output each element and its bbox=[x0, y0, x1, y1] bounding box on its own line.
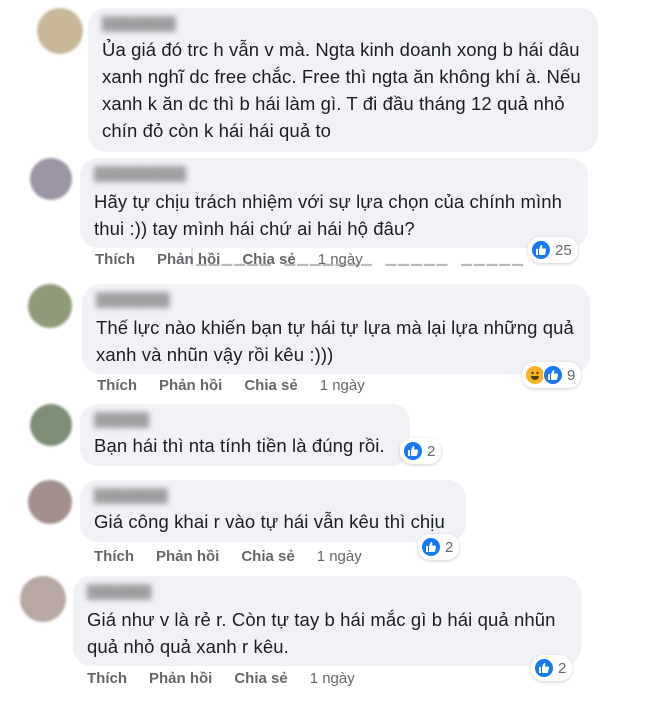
like-link[interactable]: Thích bbox=[95, 251, 135, 268]
avatar[interactable] bbox=[20, 576, 66, 622]
author-name-blurred[interactable]: ████████ bbox=[94, 488, 452, 504]
comment-text: Hãy tự chịu trách nhiệm với sự lựa chọn … bbox=[94, 191, 563, 239]
like-link[interactable]: Thích bbox=[87, 670, 127, 687]
reply-link[interactable]: Phản hồi bbox=[156, 548, 219, 565]
author-name-blurred[interactable]: ███████ bbox=[87, 584, 567, 600]
haha-face-icon bbox=[525, 365, 545, 385]
reaction-count: 2 bbox=[558, 659, 567, 677]
timestamp[interactable]: 1 ngày bbox=[320, 377, 365, 394]
reaction-summary[interactable]: 25 bbox=[528, 237, 578, 263]
reaction-summary[interactable]: 2 bbox=[531, 655, 573, 681]
comment-bubble: ████████ Giá công khai r vào tự hái vẫn … bbox=[80, 480, 466, 542]
comment-text: Thế lực nào khiến bạn tự hái tự lựa mà l… bbox=[96, 317, 574, 365]
comment-actions: Thích Phản hồi Chia sẻ 1 ngày bbox=[87, 670, 355, 687]
avatar[interactable] bbox=[30, 158, 72, 200]
timestamp[interactable]: 1 ngày bbox=[317, 548, 362, 565]
comment-bubble: ██████████ Hãy tự chịu trách nhiệm với s… bbox=[80, 158, 588, 248]
comment-bubble: ██████ Bạn hái thì nta tính tiền là đúng… bbox=[80, 404, 410, 466]
reaction-count: 9 bbox=[567, 366, 576, 384]
author-name-blurred[interactable]: ████████ bbox=[102, 16, 584, 32]
share-link[interactable]: Chia sẻ bbox=[241, 548, 294, 565]
reaction-summary[interactable]: 9 bbox=[522, 362, 582, 388]
like-link[interactable]: Thích bbox=[94, 548, 134, 565]
comment-text: Ủa giá đó trc h vẫn v mà. Ngta kinh doan… bbox=[102, 39, 581, 141]
avatar[interactable] bbox=[30, 404, 72, 446]
comment-bubble: ███████ Giá như v là rẻ r. Còn tự tay b … bbox=[73, 576, 581, 666]
author-name-blurred[interactable]: ██████ bbox=[94, 412, 396, 428]
share-link[interactable]: Chia sẻ bbox=[244, 377, 297, 394]
like-thumb-icon bbox=[543, 365, 563, 385]
comment-actions: Thích Phản hồi Chia sẻ 1 ngày bbox=[94, 548, 362, 565]
comment-text: Giá như v là rẻ r. Còn tự tay b hái mắc … bbox=[87, 609, 556, 657]
reaction-count: 2 bbox=[445, 538, 454, 556]
avatar[interactable] bbox=[28, 480, 72, 524]
share-link[interactable]: Chia sẻ bbox=[234, 670, 287, 687]
like-thumb-icon bbox=[534, 658, 554, 678]
author-name-blurred[interactable]: ██████████ bbox=[94, 166, 574, 182]
comment-text: Giá công khai r vào tự hái vẫn kêu thì c… bbox=[94, 511, 445, 532]
avatar[interactable] bbox=[28, 284, 72, 328]
comment-bubble: ████████ Thế lực nào khiến bạn tự hái tự… bbox=[82, 284, 590, 374]
reaction-summary[interactable]: 2 bbox=[400, 438, 442, 464]
like-thumb-icon bbox=[421, 537, 441, 557]
timestamp[interactable]: 1 ngày bbox=[310, 670, 355, 687]
comment-actions: Thích Phản hồi Chia sẻ 1 ngày bbox=[97, 377, 365, 394]
ghost-overlay: ▔▔▔▔▔▔ ▔▔▔▔▔▔▔ ▔▔▔▔▔ ▔▔▔▔▔ bbox=[196, 264, 525, 280]
reaction-count: 2 bbox=[427, 442, 436, 460]
comment-text: Bạn hái thì nta tính tiền là đúng rồi. bbox=[94, 435, 385, 456]
like-link[interactable]: Thích bbox=[97, 377, 137, 394]
like-thumb-icon bbox=[403, 441, 423, 461]
reaction-count: 25 bbox=[555, 241, 572, 259]
reply-link[interactable]: Phản hồi bbox=[159, 377, 222, 394]
comment-bubble: ████████ Ủa giá đó trc h vẫn v mà. Ngta … bbox=[88, 8, 598, 152]
avatar[interactable] bbox=[37, 8, 83, 54]
reaction-summary[interactable]: 2 bbox=[418, 534, 460, 560]
like-thumb-icon bbox=[531, 240, 551, 260]
author-name-blurred[interactable]: ████████ bbox=[96, 292, 576, 308]
reply-link[interactable]: Phản hồi bbox=[149, 670, 212, 687]
